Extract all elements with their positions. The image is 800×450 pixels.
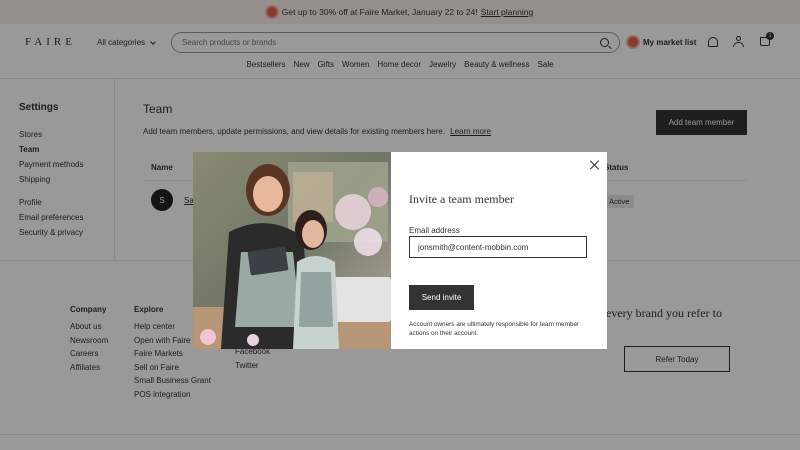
email-label: Email address — [409, 226, 460, 235]
close-icon[interactable] — [588, 158, 602, 172]
team-photo — [193, 152, 391, 349]
send-invite-button[interactable]: Send invite — [409, 285, 474, 310]
modal-note: Account owners are ultimately responsibl… — [409, 321, 580, 337]
modal-title: Invite a team member — [409, 192, 514, 206]
email-field[interactable] — [409, 236, 587, 258]
invite-modal: Invite a team member Email address Send … — [193, 152, 607, 349]
